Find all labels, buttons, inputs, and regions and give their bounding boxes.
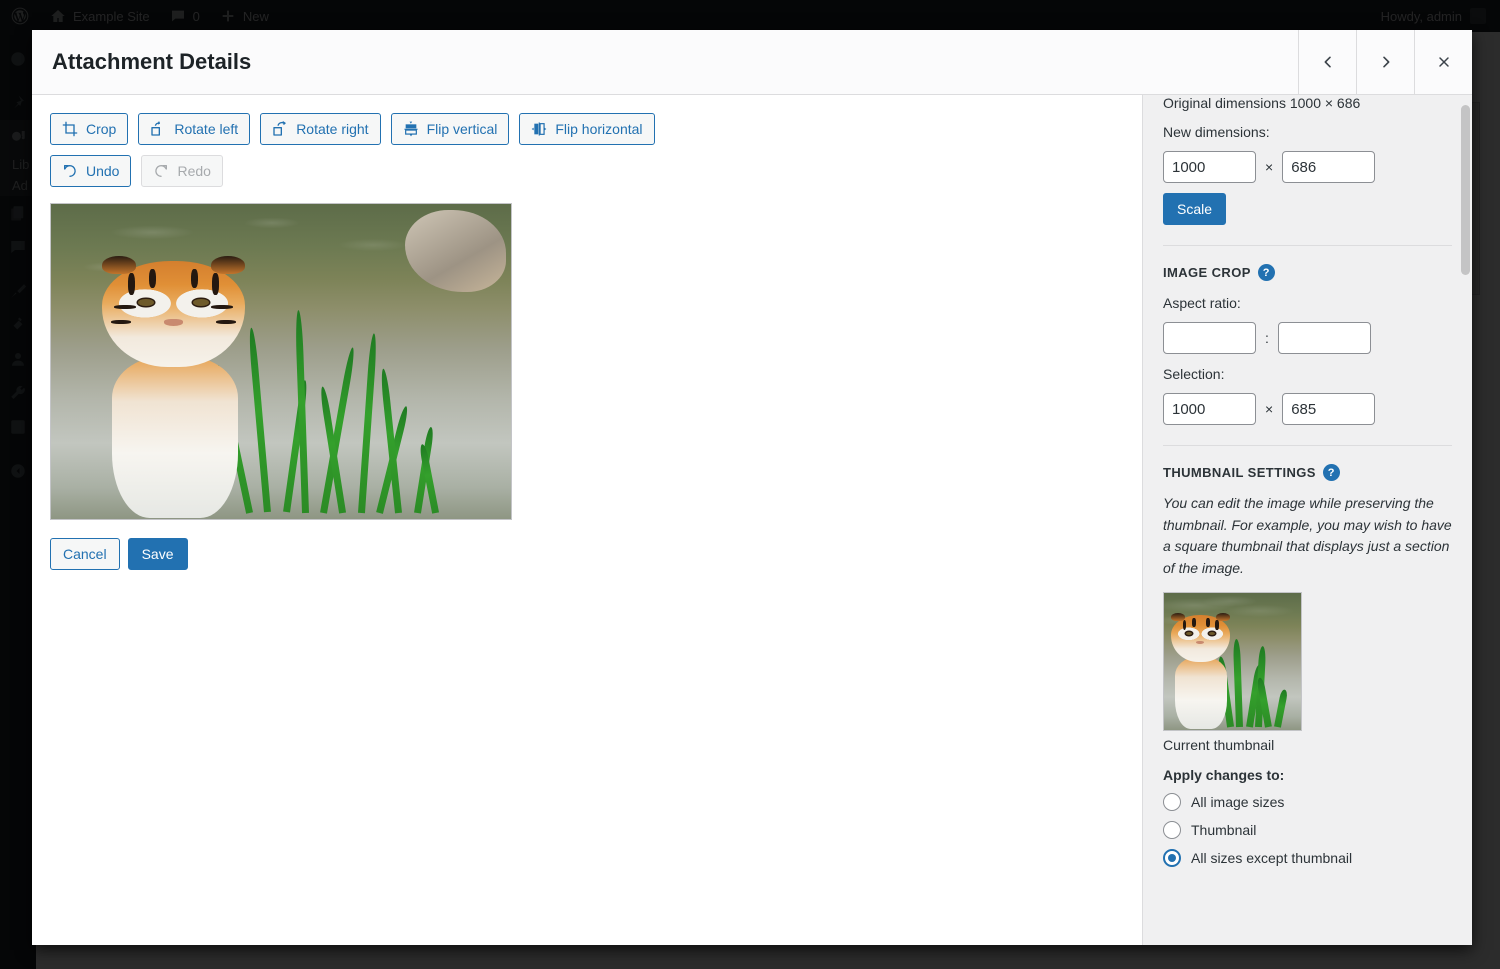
flip-horizontal-icon [532, 122, 547, 136]
radio-all-sizes-except-thumbnail[interactable]: All sizes except thumbnail [1163, 848, 1452, 867]
thumbnail-settings-heading-label: THUMBNAIL SETTINGS [1163, 465, 1316, 480]
attachment-details-modal: Attachment Details Crop Rotate left Rota… [32, 30, 1472, 945]
new-dimensions-label: New dimensions: [1163, 124, 1270, 140]
image-edit-toolbar: Crop Rotate left Rotate right Flip verti… [50, 113, 770, 187]
aspect-ratio-label: Aspect ratio: [1163, 295, 1241, 311]
redo-button[interactable]: Redo [141, 155, 223, 187]
radio-icon-selected [1163, 848, 1181, 867]
rotate-left-button-label: Rotate left [174, 121, 239, 137]
previous-attachment-button[interactable] [1298, 30, 1356, 94]
aspect-ratio-row: : [1163, 322, 1452, 354]
tiger-figure [92, 256, 258, 518]
thumbnail-description: You can edit the image while preserving … [1163, 495, 1452, 577]
radio-all-image-sizes[interactable]: All image sizes [1163, 792, 1452, 811]
flip-vertical-button-label: Flip vertical [426, 121, 498, 137]
scale-dimension-separator: × [1265, 159, 1274, 175]
radio-all-image-sizes-label: All image sizes [1191, 793, 1285, 810]
crop-button-label: Crop [86, 121, 117, 137]
thumbnail-caption: Current thumbnail [1163, 736, 1275, 753]
rotate-right-button-label: Rotate right [296, 121, 369, 137]
selection-label: Selection: [1163, 366, 1225, 382]
tiger-head [102, 256, 245, 367]
page-title: Attachment Details [52, 49, 252, 74]
image-crop-heading: IMAGE CROP ? [1163, 264, 1452, 281]
redo-button-label: Redo [177, 163, 211, 179]
image-editor-pane: Crop Rotate left Rotate right Flip verti… [32, 95, 1142, 945]
thumbnail-settings-heading: THUMBNAIL SETTINGS ? [1163, 464, 1452, 481]
save-button[interactable]: Save [127, 538, 188, 570]
aspect-ratio-width-input[interactable] [1163, 322, 1256, 354]
flip-horizontal-button-label: Flip horizontal [555, 121, 643, 137]
scale-dimensions-row: × [1163, 151, 1452, 183]
scale-width-input[interactable] [1163, 151, 1256, 183]
radio-icon [1163, 820, 1181, 839]
tiger-body [112, 356, 239, 518]
tiger-nose [163, 318, 184, 327]
aspect-ratio-separator: : [1265, 330, 1269, 346]
flip-vertical-icon [403, 121, 418, 137]
crop-button[interactable]: Crop [50, 113, 129, 145]
radio-thumbnail[interactable]: Thumbnail [1163, 820, 1452, 839]
selection-height-input[interactable] [1282, 393, 1376, 425]
radio-thumbnail-label: Thumbnail [1191, 821, 1257, 838]
original-dimensions-text: Original dimensions 1000 × 686 [1163, 95, 1361, 111]
close-x-icon [1438, 57, 1449, 67]
radio-all-sizes-except-thumbnail-label: All sizes except thumbnail [1191, 849, 1353, 866]
image-edit-canvas[interactable] [50, 203, 512, 520]
chevron-right-icon [1382, 56, 1389, 68]
image-edit-actions: Cancel Save [50, 538, 1124, 570]
close-modal-button[interactable] [1414, 30, 1472, 94]
selection-width-input[interactable] [1163, 393, 1256, 425]
undo-button-label: Undo [86, 163, 120, 179]
tiger-ear-left [102, 256, 137, 275]
selection-separator: × [1265, 401, 1274, 417]
tiger-eye-left [137, 298, 154, 307]
help-question-icon[interactable]: ? [1257, 264, 1275, 281]
redo-icon [155, 165, 168, 177]
settings-scrollbar[interactable] [1461, 105, 1470, 275]
modal-header: Attachment Details [32, 30, 1472, 95]
image-crop-heading-label: IMAGE CROP [1163, 265, 1251, 280]
rotate-left-icon [151, 121, 161, 136]
flip-horizontal-button[interactable]: Flip horizontal [519, 113, 655, 145]
undo-icon [64, 165, 76, 177]
radio-icon [1163, 792, 1181, 811]
crop-icon [62, 121, 78, 137]
image-settings-sidebar: ? Original dimensions 1000 × 686 New dim… [1142, 95, 1472, 945]
tiger-eye-right [193, 298, 210, 307]
divider [1163, 445, 1452, 446]
flip-vertical-button[interactable]: Flip vertical [390, 113, 510, 145]
modal-body: Crop Rotate left Rotate right Flip verti… [32, 95, 1472, 945]
tiger-in-water-photo [51, 204, 511, 519]
cancel-button[interactable]: Cancel [50, 538, 120, 570]
rotate-left-button[interactable]: Rotate left [138, 113, 251, 145]
aspect-ratio-height-input[interactable] [1277, 322, 1371, 354]
tiger-ear-right [210, 256, 245, 275]
selection-row: × [1163, 393, 1452, 425]
help-question-icon[interactable]: ? [1322, 464, 1340, 481]
chevron-left-icon [1324, 56, 1331, 68]
rock-shape [405, 210, 507, 293]
current-thumbnail-preview [1163, 591, 1302, 731]
scale-height-input[interactable] [1282, 151, 1376, 183]
divider [1163, 245, 1452, 246]
undo-button[interactable]: Undo [50, 155, 132, 187]
apply-changes-label: Apply changes to: [1163, 766, 1285, 783]
rotate-right-button[interactable]: Rotate right [260, 113, 381, 145]
scale-button[interactable]: Scale [1163, 193, 1227, 225]
next-attachment-button[interactable] [1356, 30, 1414, 94]
rotate-right-icon [273, 121, 286, 136]
